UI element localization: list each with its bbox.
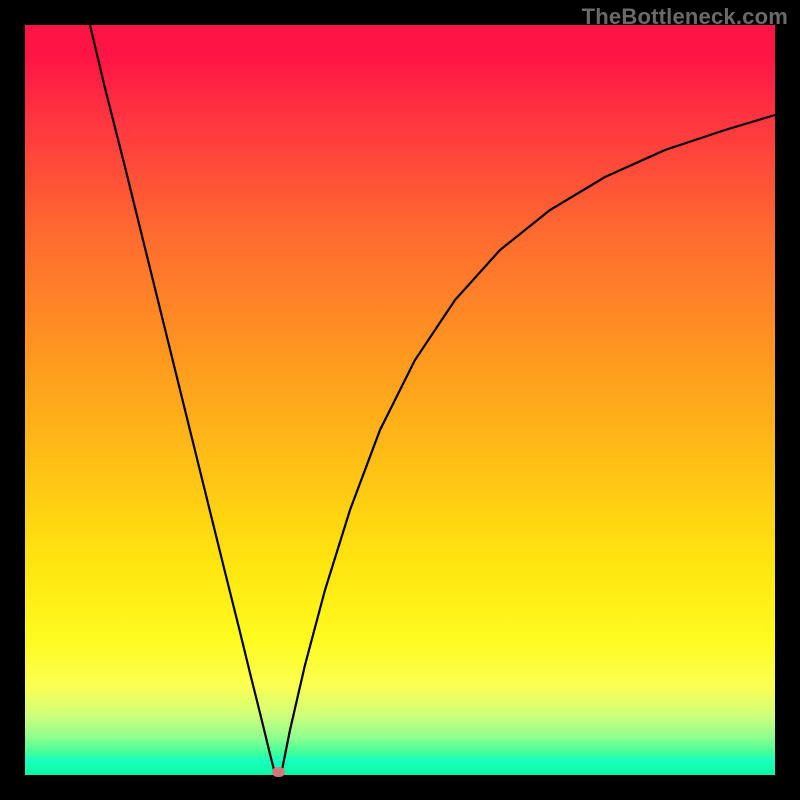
curve-path <box>90 25 775 773</box>
minimum-marker <box>272 767 285 777</box>
bottleneck-curve <box>25 25 775 775</box>
